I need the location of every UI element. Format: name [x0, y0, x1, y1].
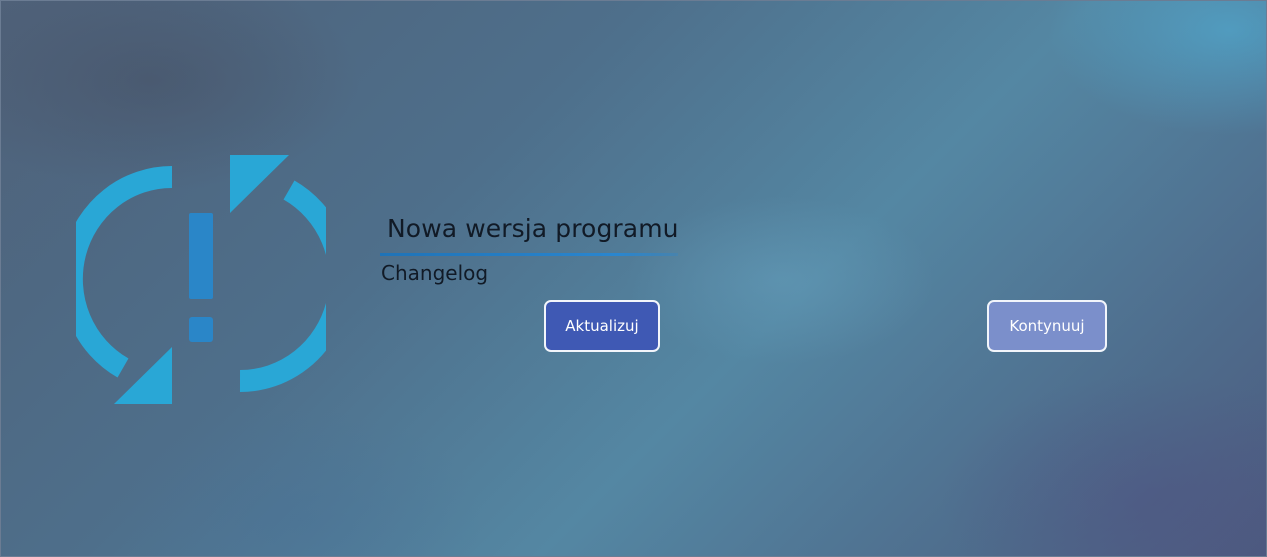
update-alert-icon [76, 155, 326, 404]
dialog-title: Nowa wersja programu [387, 214, 679, 243]
update-dialog: Nowa wersja programu Changelog Aktualizu… [0, 0, 1267, 557]
changelog-label[interactable]: Changelog [381, 261, 488, 285]
update-button[interactable]: Aktualizuj [544, 300, 660, 352]
continue-button[interactable]: Kontynuuj [987, 300, 1107, 352]
title-underline [380, 253, 678, 256]
